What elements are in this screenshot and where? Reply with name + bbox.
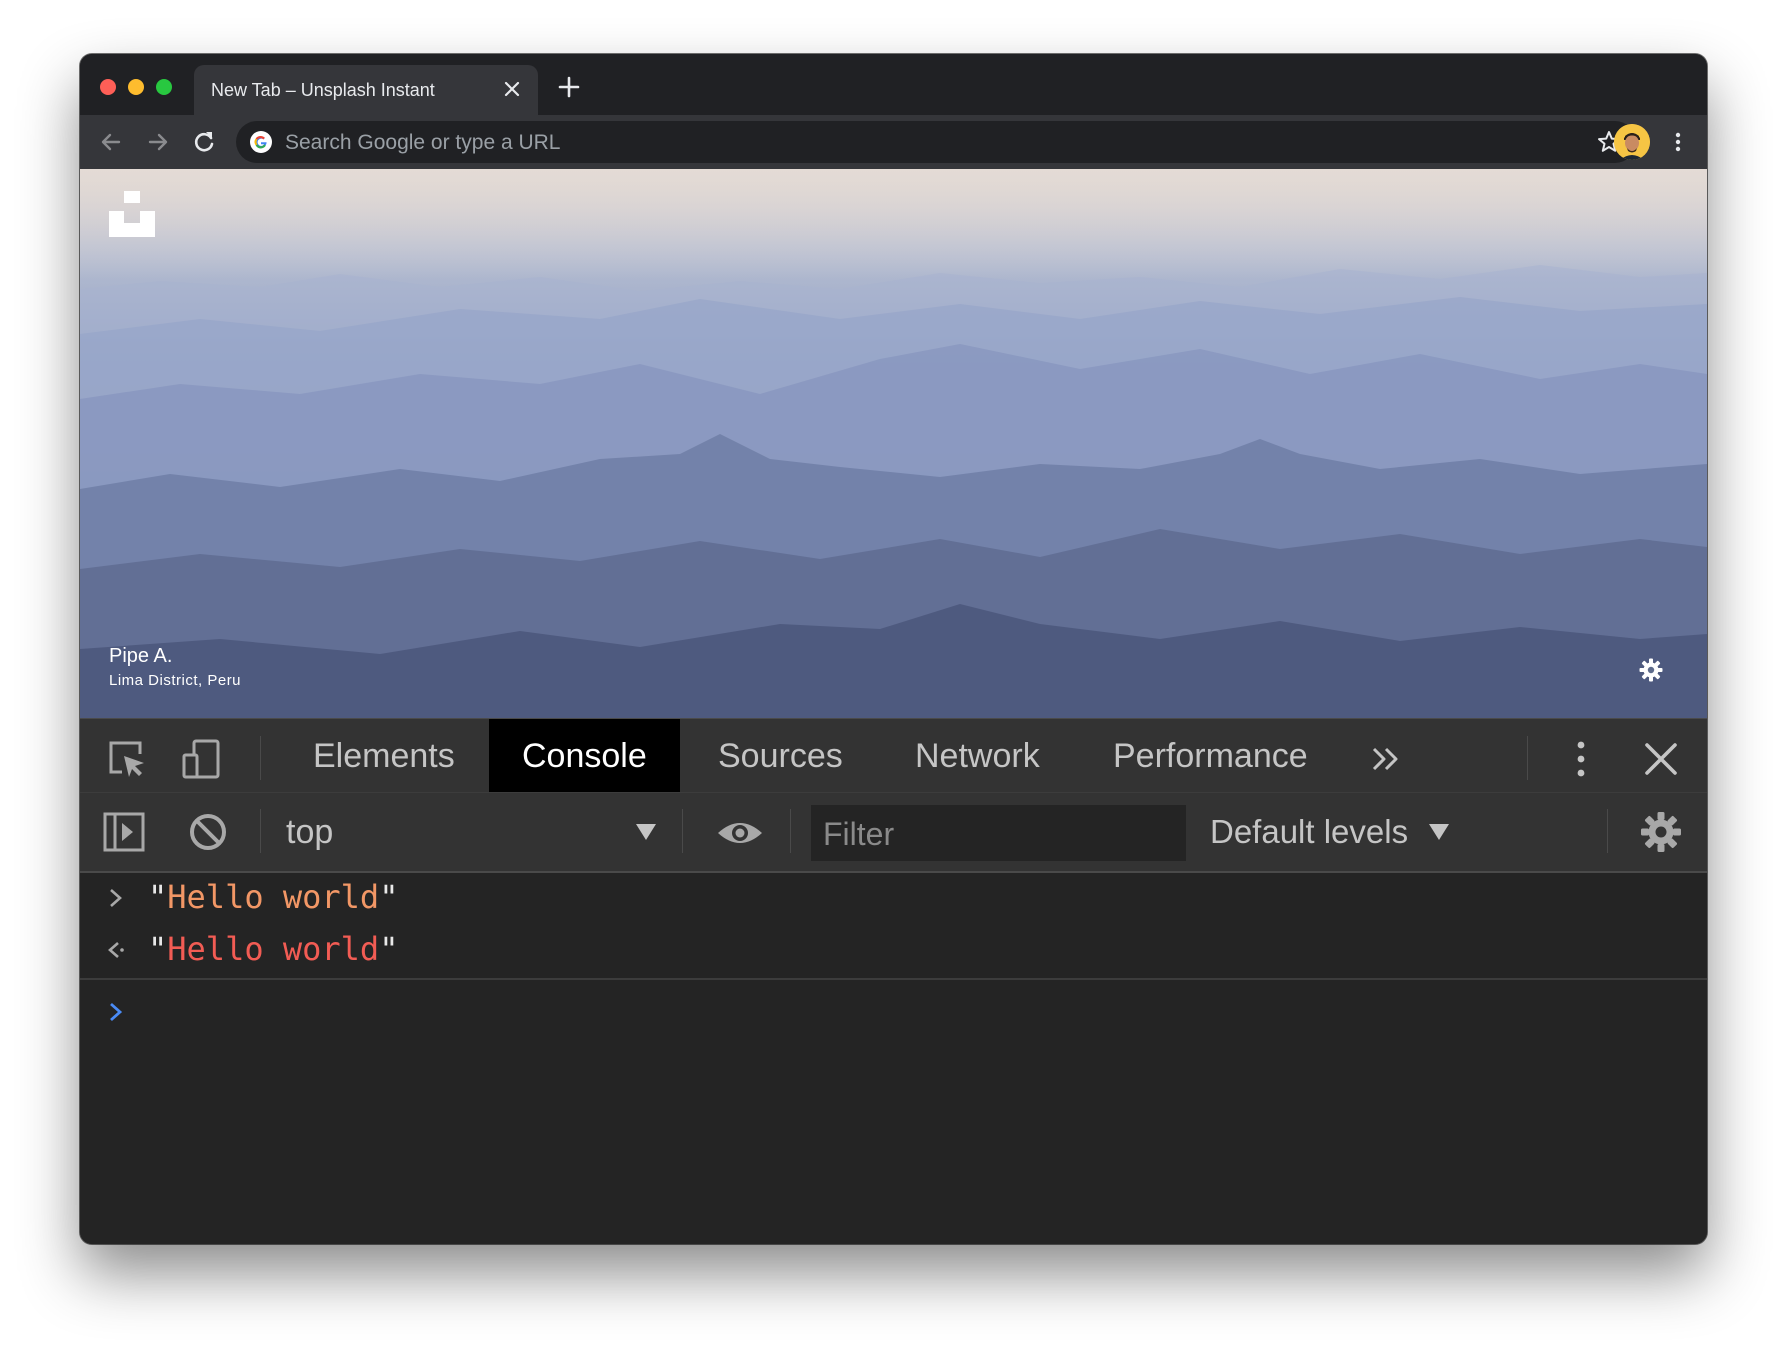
console-input-line: "Hello world" (80, 872, 1707, 924)
window-minimize-button[interactable] (128, 79, 144, 95)
result-arrow-icon (108, 942, 124, 958)
browser-tab-active[interactable]: New Tab – Unsplash Instant (194, 65, 538, 115)
background-photo (80, 169, 1707, 718)
window-zoom-button[interactable] (156, 79, 172, 95)
filter-input[interactable]: Filter (811, 805, 1186, 861)
back-arrow-icon[interactable] (97, 128, 125, 156)
omnibox-placeholder: Search Google or type a URL (285, 131, 561, 154)
toolbar-divider (260, 736, 261, 780)
tab-title: New Tab – Unsplash Instant (211, 80, 435, 100)
browser-window: New Tab – Unsplash Instant Search Google… (80, 54, 1707, 1244)
toolbar-divider (1607, 809, 1608, 853)
tab-performance[interactable]: Performance (1113, 719, 1308, 793)
unsplash-logo-icon[interactable] (109, 191, 155, 237)
new-tab-icon[interactable] (556, 74, 582, 100)
tab-network[interactable]: Network (915, 719, 1040, 793)
context-dropdown-arrow-icon[interactable] (635, 823, 657, 841)
photo-location[interactable]: Lima District, Peru (109, 672, 241, 689)
console-toolbar: top Filter Default levels (80, 792, 1707, 873)
chrome-menu-icon[interactable] (1664, 128, 1692, 156)
more-tabs-chevron-icon[interactable] (1365, 738, 1407, 780)
tab-elements[interactable]: Elements (313, 719, 455, 793)
devtools-menu-icon[interactable] (1560, 738, 1602, 780)
console-result-text[interactable]: "Hello world" (148, 930, 398, 968)
browser-toolbar: Search Google or type a URL (80, 115, 1707, 169)
forward-arrow-icon[interactable] (144, 128, 172, 156)
google-g-icon (250, 131, 272, 153)
console-prompt[interactable] (80, 986, 1707, 1038)
toolbar-divider (1527, 736, 1528, 780)
inspect-element-icon[interactable] (106, 738, 148, 780)
settings-gear-icon[interactable] (1638, 657, 1664, 683)
toolbar-divider (260, 809, 261, 853)
levels-dropdown-arrow-icon[interactable] (1428, 823, 1450, 841)
tab-console[interactable]: Console (489, 719, 680, 793)
close-tab-icon[interactable] (500, 77, 524, 101)
console-divider (80, 978, 1707, 980)
console-settings-gear-icon[interactable] (1640, 811, 1682, 853)
clear-console-icon[interactable] (187, 811, 229, 853)
result-string: Hello world (167, 930, 380, 968)
new-tab-page: Pipe A. Lima District, Peru (80, 169, 1707, 718)
filter-placeholder: Filter (823, 816, 895, 852)
window-close-button[interactable] (100, 79, 116, 95)
console-result-line: "Hello world" (80, 924, 1707, 976)
toolbar-divider (682, 809, 683, 853)
context-selector[interactable]: top (286, 813, 333, 852)
devtools-tab-bar: Elements Console Sources Network Perform… (80, 718, 1707, 793)
toolbar-divider (790, 809, 791, 853)
tab-strip: New Tab – Unsplash Instant (80, 54, 1707, 115)
log-levels-dropdown[interactable]: Default levels (1210, 813, 1408, 851)
prompt-chevron-icon (110, 1002, 123, 1022)
console-input-text[interactable]: "Hello world" (148, 878, 398, 916)
device-toolbar-icon[interactable] (181, 738, 223, 780)
show-sidebar-icon[interactable] (103, 811, 145, 853)
profile-avatar[interactable] (1614, 124, 1650, 160)
live-expression-eye-icon[interactable] (716, 809, 764, 857)
tab-sources[interactable]: Sources (718, 719, 843, 793)
avatar-face-icon (1614, 124, 1650, 160)
photo-author[interactable]: Pipe A. (109, 645, 172, 668)
devtools-panel: Elements Console Sources Network Perform… (80, 718, 1707, 1244)
reload-icon[interactable] (190, 128, 218, 156)
omnibox[interactable]: Search Google or type a URL (236, 121, 1636, 163)
input-string: Hello world (167, 878, 380, 916)
close-devtools-icon[interactable] (1640, 738, 1682, 780)
input-chevron-icon (110, 889, 122, 907)
